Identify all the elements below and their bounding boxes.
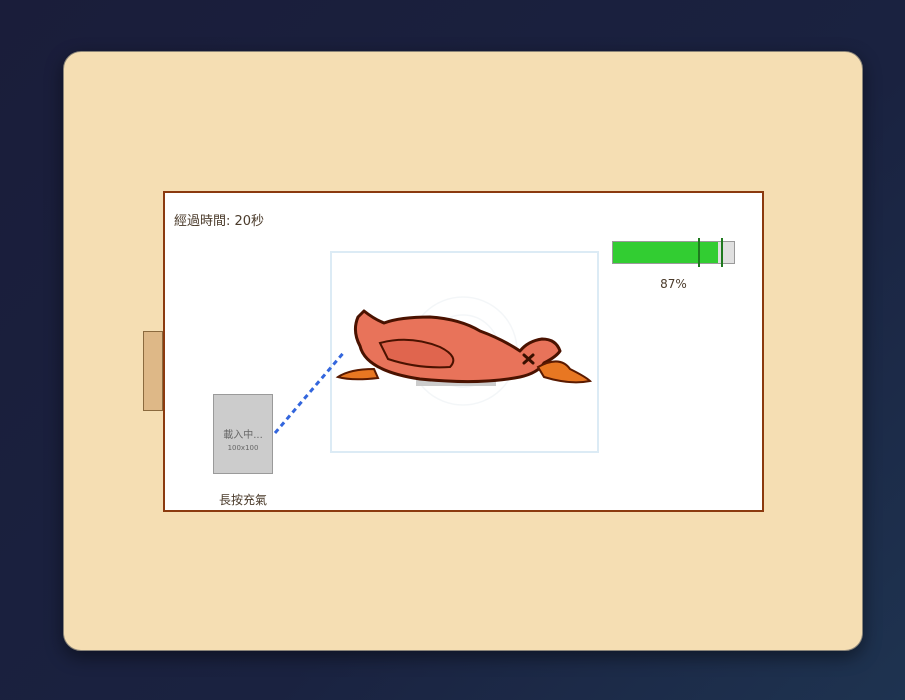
duck-foot-icon: [335, 367, 380, 381]
pump-button[interactable]: 載入中... 100x100: [213, 394, 273, 474]
duck-beak-icon: [536, 360, 593, 384]
game-panel: 經過時間: 20秒 載入中... 100x100 長按充氣 87%: [163, 191, 764, 512]
duck-character[interactable]: [330, 251, 599, 453]
gauge-marker-high: [721, 238, 723, 267]
pump-size-text: 100x100: [227, 444, 259, 452]
pump-label: 長按充氣: [218, 493, 267, 507]
game-device: 經過時間: 20秒 載入中... 100x100 長按充氣 87%: [63, 51, 863, 651]
inflation-gauge: [612, 238, 735, 267]
gauge-percent: 87%: [660, 277, 687, 291]
gauge-marker-low: [698, 238, 700, 267]
side-tab[interactable]: [143, 331, 163, 411]
pump-loading-text: 載入中...: [223, 430, 263, 441]
gauge-fill: [613, 242, 718, 263]
